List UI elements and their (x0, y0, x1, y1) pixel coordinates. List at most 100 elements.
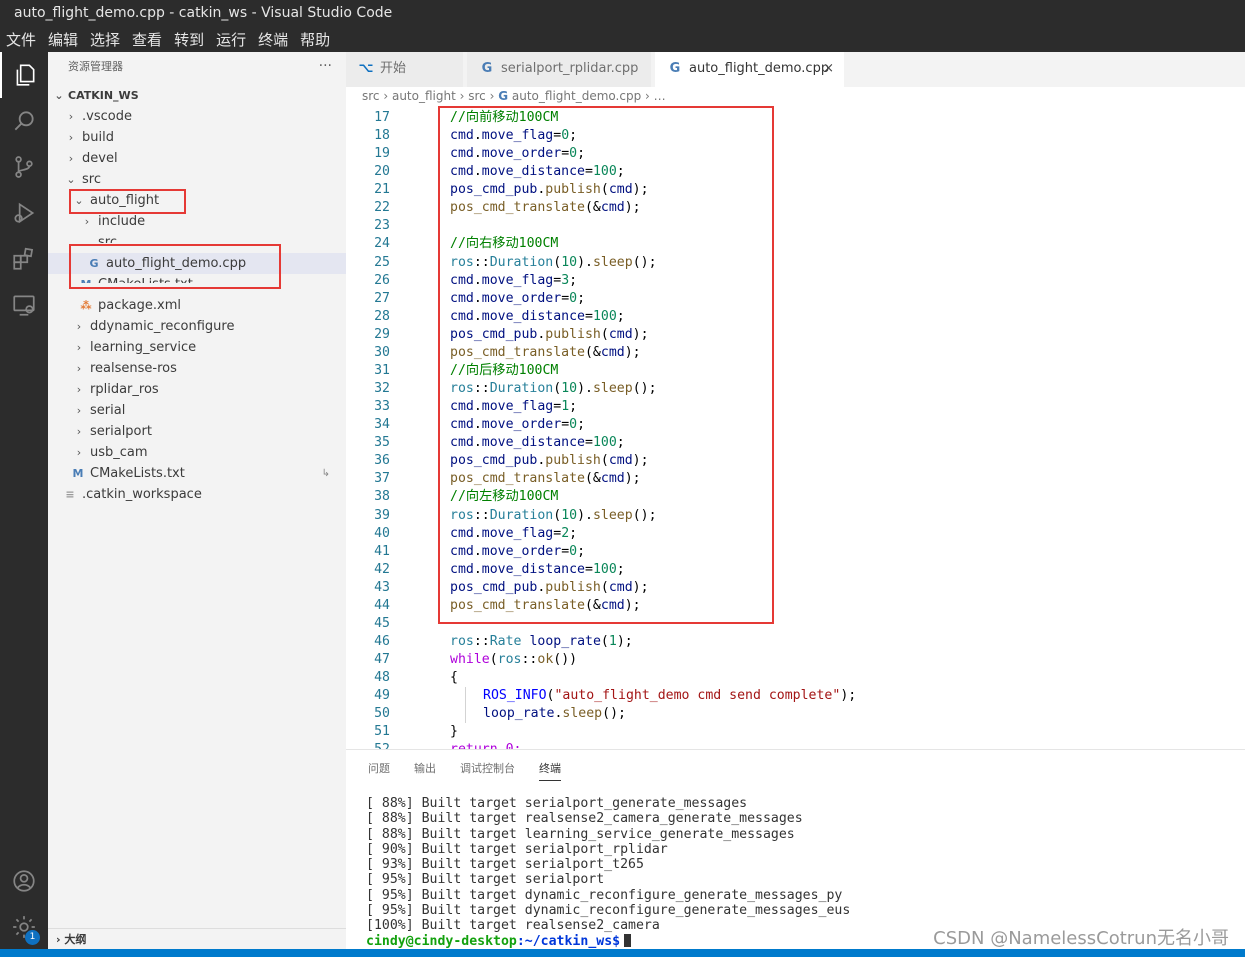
tree-item-build[interactable]: › build (48, 127, 346, 148)
tab-welcome[interactable]: ⌥ 开始 (346, 52, 464, 87)
menu-file[interactable]: 文件 (6, 31, 36, 49)
settings-gear-icon[interactable]: 1 (0, 904, 48, 950)
breadcrumb-item[interactable]: src (362, 89, 380, 103)
line-number: 47 (374, 652, 390, 668)
terminal-line: [ 88%] Built target realsense2_camera_ge… (366, 811, 803, 827)
tree-item-src[interactable]: ⌄ src (48, 169, 346, 190)
menu-go[interactable]: 转到 (174, 31, 204, 49)
remote-explorer-icon[interactable] (0, 282, 48, 328)
highlight-box-auto-flight (69, 189, 186, 214)
tree-item-learning-service[interactable]: › learning_service (48, 337, 346, 358)
prompt-user: cindy@cindy-desktop (366, 934, 517, 949)
tree-item-catkin-workspace[interactable]: ≡ .catkin_workspace (48, 484, 346, 505)
settings-badge: 1 (25, 930, 40, 945)
tree-item-package-xml[interactable]: ⁂ package.xml (48, 295, 346, 316)
tree-item-serial[interactable]: › serial (48, 400, 346, 421)
line-number: 18 (374, 128, 390, 144)
breadcrumb-item[interactable]: auto_flight (392, 89, 456, 103)
terminal-line: [ 93%] Built target serialport_t265 (366, 857, 644, 873)
bottom-panel: 问题 输出 调试控制台 终端 [ 88%] Built target seria… (346, 749, 1245, 949)
breadcrumb-item[interactable]: src (468, 89, 486, 103)
search-icon[interactable] (0, 98, 48, 144)
window-title: auto_flight_demo.cpp - catkin_ws - Visua… (0, 0, 1245, 26)
tree-item-devel[interactable]: › devel (48, 148, 346, 169)
code-text: while(ros::ok()) (450, 651, 577, 669)
files-icon[interactable] (0, 52, 48, 98)
tree-item-label: ddynamic_reconfigure (90, 319, 235, 334)
code-line[interactable]: 46 ros::Rate loop_rate(1); (346, 633, 1245, 651)
line-number: 45 (374, 615, 390, 631)
terminal-output[interactable]: [ 88%] Built target serialport_generate_… (366, 796, 850, 934)
code-text: { (450, 669, 458, 687)
tab-output[interactable]: 输出 (414, 760, 436, 776)
code-token: ros (497, 652, 522, 668)
menu-selection[interactable]: 选择 (90, 31, 120, 49)
extensions-icon[interactable] (0, 236, 48, 282)
breadcrumb-item[interactable]: … (654, 89, 666, 103)
tree-item-include[interactable]: › include (48, 211, 346, 232)
prompt-path: :~/catkin_ws$ (516, 934, 621, 949)
tree-item-ddynamic-reconfigure[interactable]: › ddynamic_reconfigure (48, 316, 346, 337)
code-token: ); (840, 688, 857, 704)
editor-tabs: ⌥ 开始 Gserialport_rplidar.cpp Gauto_flight… (346, 52, 1245, 87)
tab-debug-console[interactable]: 调试控制台 (460, 760, 515, 776)
explorer-title: 资源管理器 (68, 60, 123, 73)
source-control-icon[interactable] (0, 144, 48, 190)
terminal-prompt[interactable]: cindy@cindy-desktop:~/catkin_ws$ (366, 934, 632, 949)
menu-run[interactable]: 运行 (216, 31, 246, 49)
chevron-right-icon: › (76, 446, 82, 459)
line-number: 33 (374, 399, 390, 415)
status-bar (0, 949, 1245, 957)
more-actions-icon[interactable]: ··· (319, 52, 332, 80)
code-text: loop_rate.sleep(); (483, 705, 626, 723)
code-line[interactable]: 47 while(ros::ok()) (346, 651, 1245, 669)
terminal-line: [ 95%] Built target serialport (366, 872, 605, 888)
code-line[interactable]: 52 return 0; (346, 741, 1245, 749)
account-icon[interactable] (0, 858, 48, 904)
tab-terminal[interactable]: 终端 (539, 760, 561, 781)
explorer-sidebar: 资源管理器 ··· ⌄ CATKIN_WS › .vscode › build › d… (48, 52, 346, 957)
workspace-header[interactable]: ⌄ CATKIN_WS (48, 85, 346, 106)
menu-view[interactable]: 查看 (132, 31, 162, 49)
line-number: 52 (346, 741, 390, 749)
tab-serialport-rplidar[interactable]: Gserialport_rplidar.cpp (467, 52, 652, 87)
terminal-line: [ 88%] Built target serialport_generate_… (366, 796, 748, 811)
run-debug-icon[interactable] (0, 190, 48, 236)
code-line[interactable]: 49 ROS_INFO("auto_flight_demo cmd send co… (346, 687, 1245, 706)
tab-problems[interactable]: 问题 (368, 760, 390, 776)
tab-label: 开始 (380, 61, 407, 76)
menu-help[interactable]: 帮助 (300, 31, 330, 49)
tree-item-usb-cam[interactable]: › usb_cam (48, 442, 346, 463)
activity-bar: 1 (0, 52, 48, 957)
code-token: loop_rate (529, 634, 601, 650)
menu-edit[interactable]: 编辑 (48, 31, 78, 49)
breadcrumb-item[interactable]: auto_flight_demo.cpp (512, 89, 641, 103)
cpp-file-icon: G (669, 61, 681, 76)
code-line[interactable]: 48 { (346, 669, 1245, 687)
terminal-line: [ 88%] Built target learning_service_gen… (366, 826, 795, 842)
tree-item-rplidar-ros[interactable]: › rplidar_ros (48, 379, 346, 400)
tab-label: serialport_rplidar.cpp (501, 61, 639, 76)
code-token: ROS_INFO (483, 688, 547, 704)
code-line[interactable]: 51} (346, 723, 1245, 741)
tree-item-serialport[interactable]: › serialport (48, 421, 346, 442)
tree-item-cmakelists[interactable]: M CMakeLists.txt ↳ (48, 463, 346, 484)
chevron-down-icon: ⌄ (82, 236, 92, 243)
outline-section[interactable]: › 大纲 (48, 928, 346, 950)
tree-item-label: serial (90, 403, 126, 418)
menu-terminal[interactable]: 终端 (258, 31, 288, 49)
tab-auto-flight-demo[interactable]: Gauto_flight_demo.cpp × (655, 52, 845, 87)
code-token: :: (473, 634, 490, 650)
tree-item-label: realsense-ros (90, 361, 177, 376)
code-line[interactable]: 50 loop_rate.sleep(); (346, 705, 1245, 724)
line-number: 22 (374, 200, 390, 216)
terminal-line: [ 95%] Built target dynamic_reconfigure_… (366, 887, 843, 903)
line-number: 49 (374, 688, 390, 704)
terminal-line: [ 90%] Built target serialport_rplidar (366, 841, 668, 857)
code-token: Rate (489, 634, 522, 650)
close-icon[interactable]: × (823, 52, 834, 85)
tree-item-vscode[interactable]: › .vscode (48, 106, 346, 127)
tree-item-label: serialport (90, 424, 152, 439)
tree-item-realsense-ros[interactable]: › realsense-ros (48, 358, 346, 379)
highlight-box-code (438, 106, 774, 624)
